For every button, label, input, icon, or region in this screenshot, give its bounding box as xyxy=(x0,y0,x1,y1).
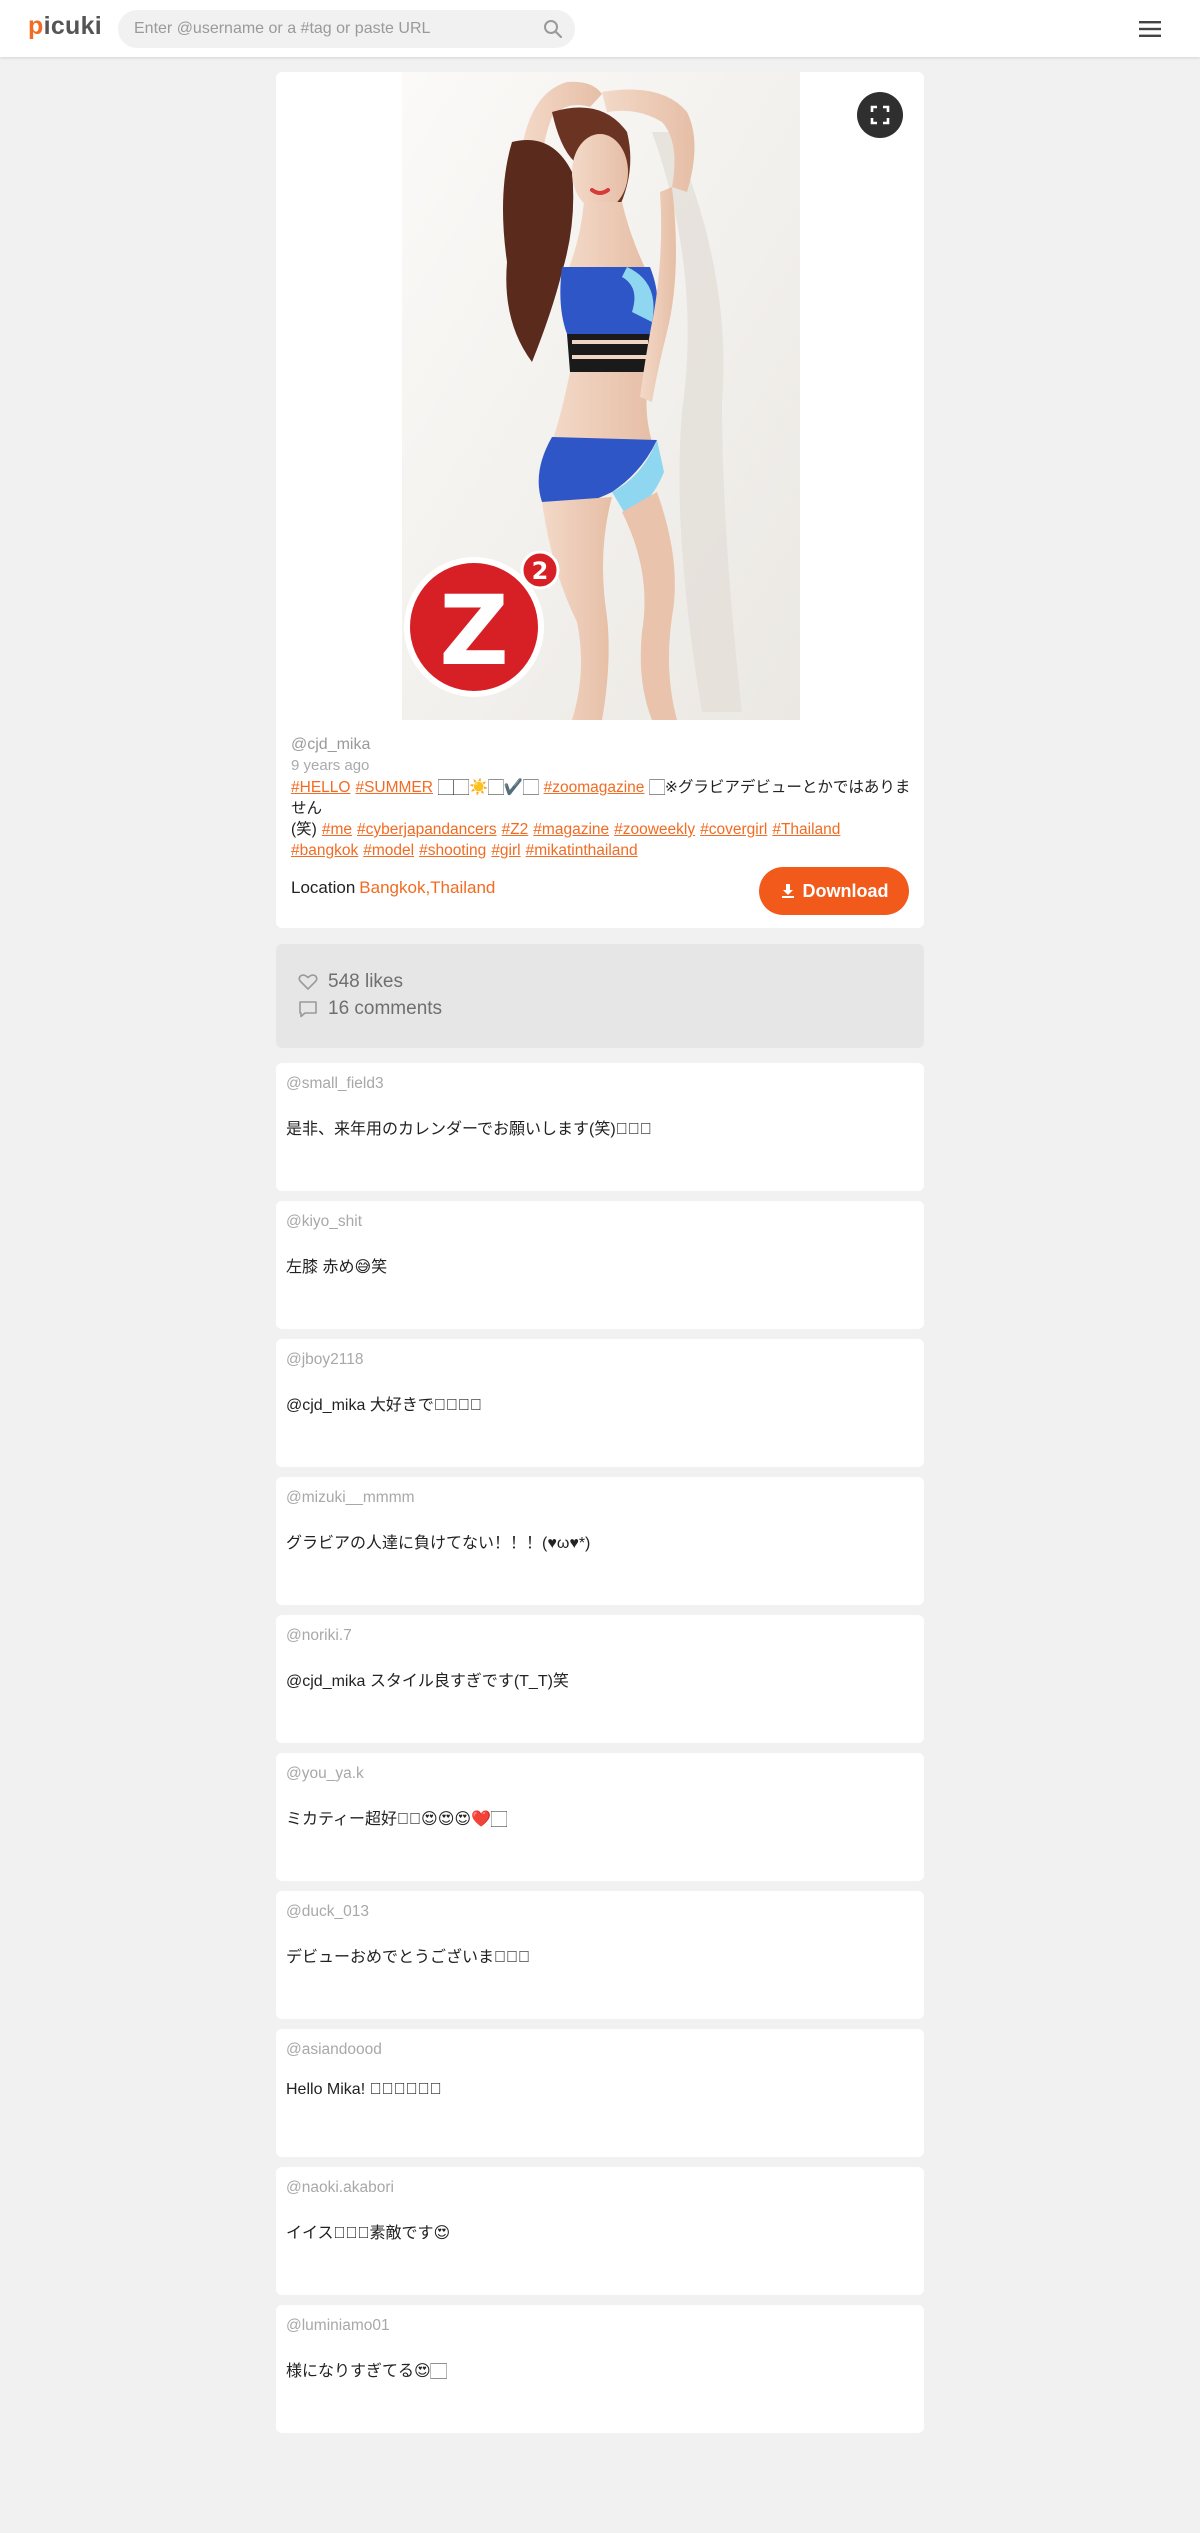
comment-text: 様になりすぎてる😍🏻 xyxy=(286,2363,447,2380)
location-link[interactable]: Bangkok,Thailand xyxy=(359,878,495,897)
hashtag-link[interactable]: #HELLO xyxy=(291,779,350,796)
comment-card: @asiandoood Hello Mika! 🏻🏻🏻🏻🏻🏻 xyxy=(276,2029,924,2157)
hashtag-link[interactable]: #Thailand xyxy=(772,821,840,838)
hashtag-link[interactable]: #magazine xyxy=(533,821,609,838)
top-bar: picuki xyxy=(0,0,1200,57)
comment-card: @you_ya.k ミカティー超好き🏻😍😍😍❤️🏻 xyxy=(276,1753,924,1881)
post-caption: #HELLO #SUMMER 🏻🏻☀️🏻✔️🏻 #zoomagazine 🏻※グラビアデ… xyxy=(291,777,911,861)
comment-username[interactable]: @asiandoood xyxy=(286,2041,382,2059)
comment-username[interactable]: @mizuki__mmmm xyxy=(286,1489,415,1507)
download-icon xyxy=(781,884,794,898)
comment-text: @cjd_mika 大好きです🏻🏻🏻 xyxy=(286,1397,482,1414)
download-button[interactable]: Download xyxy=(759,867,909,915)
hashtag-link[interactable]: #Z2 xyxy=(502,821,529,838)
hashtag-link[interactable]: #mikatinthailand xyxy=(526,842,638,859)
hashtag-link[interactable]: #SUMMER xyxy=(355,779,433,796)
z2-logo-superscript: 2 xyxy=(532,557,549,585)
comment-text: グラビアの人達に負けてない！！！(♥ω♥*) xyxy=(286,1535,591,1552)
comment-text: Hello Mika! 🏻🏻🏻🏻🏻🏻 xyxy=(286,2081,442,2098)
caption-line: #bangkok #model #shooting #girl #mikatinthai… xyxy=(291,840,911,861)
hashtag-link[interactable]: #me xyxy=(322,821,352,838)
comment-text: 左膝 赤め😅笑 xyxy=(286,1259,388,1276)
fullscreen-button[interactable] xyxy=(857,92,903,138)
comment-text: ミカティー超好き🏻😍😍😍❤️🏻 xyxy=(286,1811,508,1828)
comment-username[interactable]: @you_ya.k xyxy=(286,1765,364,1783)
comment-text: 是非、来年用のカレンダーでお願いします(笑)🏻🏻🏻 xyxy=(286,1121,652,1138)
hashtag-link[interactable]: #girl xyxy=(491,842,520,859)
hashtag-link[interactable]: #bangkok xyxy=(291,842,358,859)
search-icon[interactable] xyxy=(543,19,563,39)
z2-logo-text: Z xyxy=(439,575,509,687)
comment-card: @mizuki__mmmm グラビアの人達に負けてない！！！(♥ω♥*) xyxy=(276,1477,924,1605)
post-username[interactable]: @cjd_mika xyxy=(291,736,370,754)
comment-card: @jboy2118 @cjd_mika 大好きです🏻🏻🏻 xyxy=(276,1339,924,1467)
comment-card: @duck_013 デビューおめでとうございます🏻🏻 xyxy=(276,1891,924,2019)
heart-icon xyxy=(298,974,318,991)
comment-card: @luminiamo01 様になりすぎてる😍🏻 xyxy=(276,2305,924,2433)
comment-username[interactable]: @luminiamo01 xyxy=(286,2317,390,2335)
post-card: Z 2 @cjd_mika 9 years ago #HELLO #SUMMER 🏻… xyxy=(276,72,924,928)
comment-card: @noriki.7 @cjd_mika スタイル良すぎです(T_T)笑 xyxy=(276,1615,924,1743)
search-bar xyxy=(118,10,575,48)
search-input[interactable] xyxy=(134,10,524,48)
hashtag-link[interactable]: #shooting xyxy=(419,842,486,859)
hashtag-link[interactable]: #model xyxy=(363,842,414,859)
caption-line: (笑) #me #cyberjapandancers #Z2 #magazine #zoo… xyxy=(291,819,911,840)
comment-text: イイスッ🏻🏻素敵です😍 xyxy=(286,2225,451,2242)
post-photo[interactable]: Z 2 xyxy=(402,72,800,720)
download-label: Download xyxy=(802,880,889,901)
comment-text: デビューおめでとうございます🏻🏻 xyxy=(286,1949,531,1966)
caption-text: (笑) xyxy=(291,821,317,838)
comment-text: @cjd_mika スタイル良すぎです(T_T)笑 xyxy=(286,1673,569,1690)
comment-username[interactable]: @naoki.akabori xyxy=(286,2179,394,2197)
comment-card: @naoki.akabori イイスッ🏻🏻素敵です😍 xyxy=(276,2167,924,2295)
comment-bubble-icon xyxy=(299,1001,317,1018)
comment-username[interactable]: @small_field3 xyxy=(286,1075,384,1093)
caption-line: #HELLO #SUMMER 🏻🏻☀️🏻✔️🏻 #zoomagazine 🏻※グラビアデ… xyxy=(291,777,911,819)
hashtag-link[interactable]: #cyberjapandancers xyxy=(357,821,497,838)
comment-username[interactable]: @kiyo_shit xyxy=(286,1213,362,1231)
location-label: Location xyxy=(291,878,356,897)
post-stats: 548 likes 16 comments xyxy=(276,944,924,1048)
post-photo-illustration: Z 2 xyxy=(402,72,800,720)
caption-text: 🏻🏻☀️🏻✔️🏻 xyxy=(437,779,539,796)
hashtag-link[interactable]: #covergirl xyxy=(700,821,767,838)
comment-card: @kiyo_shit 左膝 赤め😅笑 xyxy=(276,1201,924,1329)
comment-username[interactable]: @noriki.7 xyxy=(286,1627,352,1645)
likes-count: 548 likes xyxy=(298,971,403,993)
hashtag-link[interactable]: #zooweekly xyxy=(614,821,695,838)
picuki-logo[interactable]: picuki xyxy=(28,12,102,41)
comment-username[interactable]: @jboy2118 xyxy=(286,1351,364,1369)
hashtag-link[interactable]: #zoomagazine xyxy=(544,779,645,796)
comments-count: 16 comments xyxy=(298,998,442,1020)
comment-card: @small_field3 是非、来年用のカレンダーでお願いします(笑)🏻🏻🏻 xyxy=(276,1063,924,1191)
comment-username[interactable]: @duck_013 xyxy=(286,1903,369,1921)
fullscreen-icon xyxy=(870,105,890,125)
post-timestamp: 9 years ago xyxy=(291,757,370,774)
hamburger-menu-icon[interactable] xyxy=(1138,19,1162,39)
post-location: Location Bangkok,Thailand xyxy=(291,878,495,898)
